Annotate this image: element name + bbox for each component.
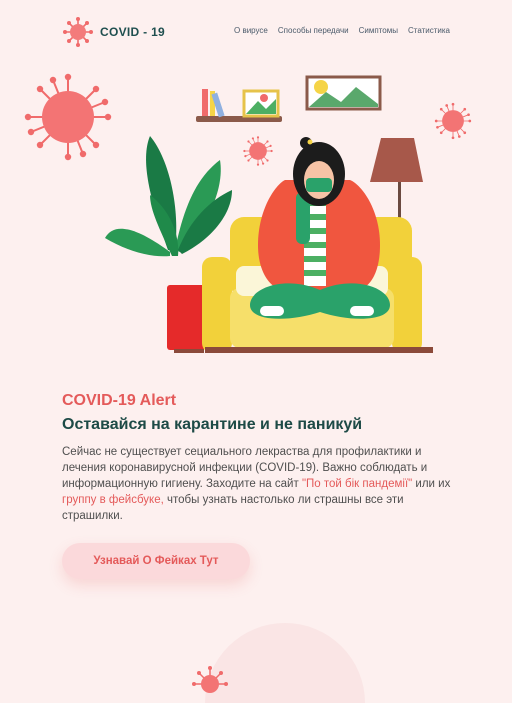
woman-icon [250, 137, 390, 319]
virus-large-icon [23, 72, 113, 162]
header: COVID - 19 О вирусе Способы передачи Сим… [0, 0, 512, 62]
virus-bottom-icon [192, 666, 228, 693]
virus-mid-icon [242, 135, 274, 167]
nav-item-symptoms[interactable]: Симптомы [359, 26, 398, 35]
quarantine-illustration [23, 72, 472, 353]
virus-logo-icon [63, 17, 93, 47]
alert-kicker: COVID-19 Alert [62, 392, 177, 409]
brand-name: COVID - 19 [100, 25, 166, 39]
wall-picture-icon [305, 75, 382, 111]
nav-item-transmission[interactable]: Способы передачи [278, 26, 349, 35]
main-nav: О вирусе Способы передачи Симптомы Стати… [234, 26, 450, 35]
nav-item-about[interactable]: О вирусе [234, 26, 268, 35]
logo[interactable]: COVID - 19 [62, 16, 165, 48]
virus-small-icon [434, 102, 472, 140]
page-title: Оставайся на карантине и не паникуй [62, 416, 363, 433]
hero-content: COVID-19 Alert Оставайся на карантине и … [62, 392, 462, 524]
shelf-icon [196, 89, 282, 122]
desc-text-2: или их [412, 478, 451, 490]
pandemic-site-link[interactable]: "По той бік пандемії" [302, 478, 412, 490]
nav-item-statistics[interactable]: Статистика [408, 26, 450, 35]
hero-description: Сейчас не существует сециального лекраст… [62, 444, 462, 524]
facebook-group-link[interactable]: группу в фейсбуке, [62, 494, 164, 506]
fakes-cta-button[interactable]: Узнавай О Фейках Тут [62, 543, 250, 579]
